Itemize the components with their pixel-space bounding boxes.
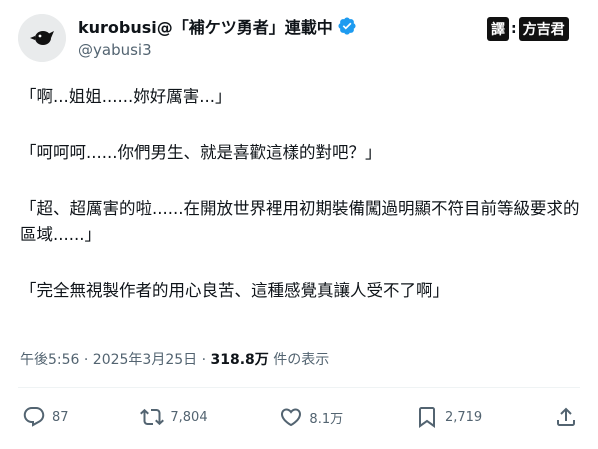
avatar[interactable] [18, 14, 66, 62]
reply-count: 87 [52, 409, 69, 425]
translator-badge-right: 方吉君 [518, 17, 569, 41]
heart-icon [281, 408, 302, 427]
translator-badge-sep: : [511, 21, 517, 37]
crow-avatar-icon [18, 14, 66, 62]
views-label: 件の表示 [268, 352, 330, 368]
tweet-timestamp[interactable]: 午後5:56 · 2025年3月25日 · [20, 352, 211, 368]
bookmark-count: 2,719 [444, 409, 483, 425]
like-count: 8.1万 [309, 411, 344, 427]
retweet-icon [140, 408, 165, 426]
translator-badge-left: 譯 [487, 17, 509, 41]
share-icon [556, 407, 575, 426]
verified-badge-icon [338, 17, 356, 35]
translator-badge: 譯 : 方吉君 [487, 17, 569, 41]
views-count: 318.8万 [210, 352, 269, 368]
action-bar: 87 7,804 8.1万 2,719 [22, 405, 578, 429]
tweet-paragraph: 「超、超厲害的啦......在開放世界裡用初期裝備闖過明顯不符目前等級要求的區域… [20, 199, 580, 244]
author-name-row[interactable]: kurobusi@「補ケツ勇者」連載中 [78, 14, 357, 38]
reply-button[interactable]: 87 [22, 405, 69, 429]
retweet-button[interactable]: 7,804 [140, 405, 208, 429]
tweet-paragraph: 「呵呵呵......你們男生、就是喜歡這樣的對吧？」 [20, 143, 382, 162]
like-button[interactable]: 8.1万 [279, 405, 343, 429]
reply-icon [23, 407, 45, 427]
tweet-body: 「啊...姐姐......妳好厲害...」 「呵呵呵......你們男生、就是喜… [20, 84, 580, 334]
divider [18, 387, 580, 388]
author-handle[interactable]: @yabusi3 [78, 41, 152, 59]
author-display-name[interactable]: kurobusi@「補ケツ勇者」連載中 [78, 14, 333, 38]
tweet-paragraph: 「完全無視製作者的用心良苦、這種感覺真讓人受不了啊」 [20, 281, 449, 300]
tweet-paragraph: 「啊...姐姐......妳好厲害...」 [20, 87, 232, 106]
tweet-meta: 午後5:56 · 2025年3月25日 · 318.8万 件の表示 [20, 349, 329, 369]
retweet-count: 7,804 [170, 409, 208, 425]
bookmark-icon [418, 407, 435, 428]
share-button[interactable] [554, 405, 578, 429]
bookmark-button[interactable]: 2,719 [415, 405, 482, 429]
